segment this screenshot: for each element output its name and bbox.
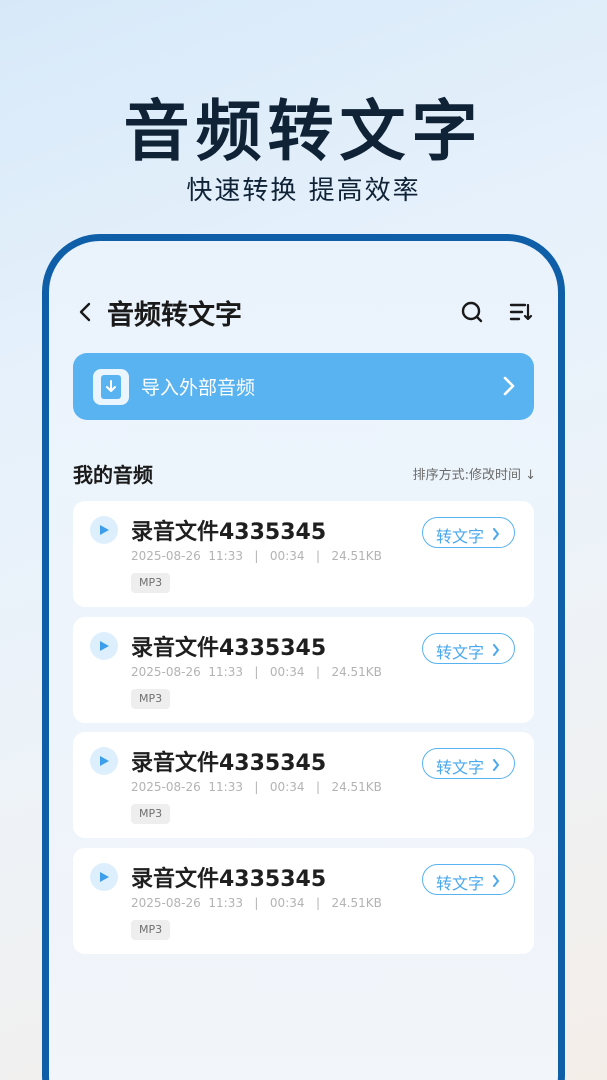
file-name: 录音文件4335345 (131, 751, 327, 776)
format-badge: MP3 (131, 573, 171, 593)
file-name: 录音文件4335345 (131, 635, 327, 661)
format-badge: MP3 (131, 919, 171, 940)
file-size: 24.51KB (331, 895, 382, 910)
file-meta: 2025-08-26 11:33 | 00:34 | 24.51KB (131, 780, 382, 794)
app-header: 音频转文字 (49, 291, 558, 335)
file-name: 录音文件4335345 (131, 520, 327, 545)
chevron-right-icon (503, 376, 515, 396)
app-screen: 音频转文字 导入外部音频 我的音频 排序方式:修改时间 ↓ 录音文件433534… (49, 241, 558, 1080)
play-icon[interactable] (90, 747, 118, 775)
audio-file-item[interactable]: 录音文件4335345 2025-08-26 11:33 | 00:34 | 2… (73, 616, 534, 723)
convert-label: 转文字 (436, 642, 485, 662)
file-meta: 2025-08-26 11:33 | 00:34 | 24.51KB (131, 895, 382, 910)
convert-label: 转文字 (436, 527, 485, 546)
convert-label: 转文字 (436, 758, 485, 777)
chevron-right-icon (493, 528, 499, 540)
play-icon[interactable] (90, 631, 118, 660)
convert-to-text-button[interactable]: 转文字 (422, 748, 515, 779)
file-duration: 00:34 (269, 664, 305, 679)
phone-frame: 音频转文字 导入外部音频 我的音频 排序方式:修改时间 ↓ 录音文件433534… (42, 234, 565, 1080)
sort-order-label[interactable]: 排序方式:修改时间 ↓ (413, 464, 536, 483)
file-size: 24.51KB (331, 549, 382, 563)
file-date: 2025-08-26 (131, 664, 201, 679)
format-badge: MP3 (131, 688, 171, 709)
file-size: 24.51KB (331, 780, 382, 794)
search-icon[interactable] (457, 297, 487, 327)
audio-list: 录音文件4335345 2025-08-26 11:33 | 00:34 | 2… (73, 501, 534, 963)
file-date: 2025-08-26 (131, 895, 201, 910)
play-icon[interactable] (90, 862, 118, 891)
file-date: 2025-08-26 (131, 549, 201, 563)
convert-to-text-button[interactable]: 转文字 (422, 863, 515, 895)
file-size: 24.51KB (331, 664, 382, 679)
file-duration: 00:34 (269, 549, 305, 563)
file-meta: 2025-08-26 11:33 | 00:34 | 24.51KB (131, 549, 382, 563)
section-title: 我的音频 (73, 463, 153, 487)
chevron-right-icon (493, 874, 499, 887)
import-audio-label: 导入外部音频 (141, 377, 256, 399)
audio-file-item[interactable]: 录音文件4335345 2025-08-26 11:33 | 00:34 | 2… (73, 501, 534, 607)
play-icon[interactable] (90, 516, 118, 544)
import-audio-button[interactable]: 导入外部音频 (73, 353, 534, 420)
file-name: 录音文件4335345 (131, 866, 327, 892)
convert-to-text-button[interactable]: 转文字 (422, 517, 515, 548)
audio-file-item[interactable]: 录音文件4335345 2025-08-26 11:33 | 00:34 | 2… (73, 847, 534, 954)
file-duration: 00:34 (269, 780, 305, 794)
file-time: 11:33 (208, 549, 243, 563)
convert-to-text-button[interactable]: 转文字 (422, 632, 515, 664)
file-duration: 00:34 (269, 895, 305, 910)
promo-subtitle: 快速转换 提高效率 (186, 176, 421, 206)
file-date: 2025-08-26 (131, 780, 201, 794)
chevron-right-icon (493, 643, 499, 656)
convert-label: 转文字 (436, 873, 485, 893)
page-title: 音频转文字 (107, 300, 242, 331)
file-meta: 2025-08-26 11:33 | 00:34 | 24.51KB (131, 664, 382, 679)
chevron-right-icon (493, 759, 499, 771)
file-time: 11:33 (208, 780, 243, 794)
audio-file-item[interactable]: 录音文件4335345 2025-08-26 11:33 | 00:34 | 2… (73, 732, 534, 838)
file-time: 11:33 (208, 895, 243, 910)
back-icon[interactable] (71, 297, 101, 327)
format-badge: MP3 (131, 804, 171, 824)
file-time: 11:33 (208, 664, 243, 679)
promo-title: 音频转文字 (123, 93, 484, 170)
sort-list-icon[interactable] (505, 297, 535, 327)
download-file-icon (93, 369, 129, 405)
